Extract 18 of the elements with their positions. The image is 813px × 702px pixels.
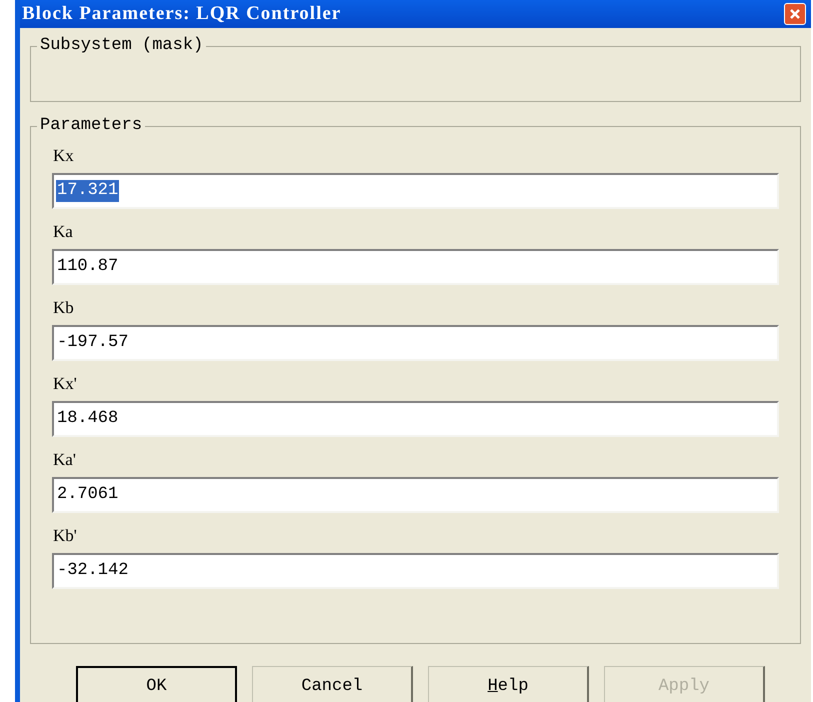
input-field[interactable]: 18.468: [52, 401, 779, 437]
field-label: Kb: [52, 297, 75, 319]
field-label: Ka: [52, 221, 74, 243]
input-field[interactable]: 110.87: [52, 249, 779, 285]
field-label: Ka': [52, 449, 77, 471]
dialog-button[interactable]: OK: [76, 666, 237, 702]
field-label: Kx: [52, 145, 75, 167]
close-icon: [789, 8, 801, 20]
window-title: Block Parameters: LQR Controller: [22, 2, 342, 26]
field-label: Kx': [52, 373, 78, 395]
dialog-button[interactable]: Cancel: [252, 666, 413, 702]
close-button[interactable]: [784, 3, 806, 25]
field-label: Kb': [52, 525, 78, 547]
dialog-button[interactable]: Help: [428, 666, 589, 702]
input-field[interactable]: 2.7061: [52, 477, 779, 513]
input-field[interactable]: 17.321: [52, 173, 779, 209]
input-field[interactable]: -197.57: [52, 325, 779, 361]
input-field[interactable]: -32.142: [52, 553, 779, 589]
